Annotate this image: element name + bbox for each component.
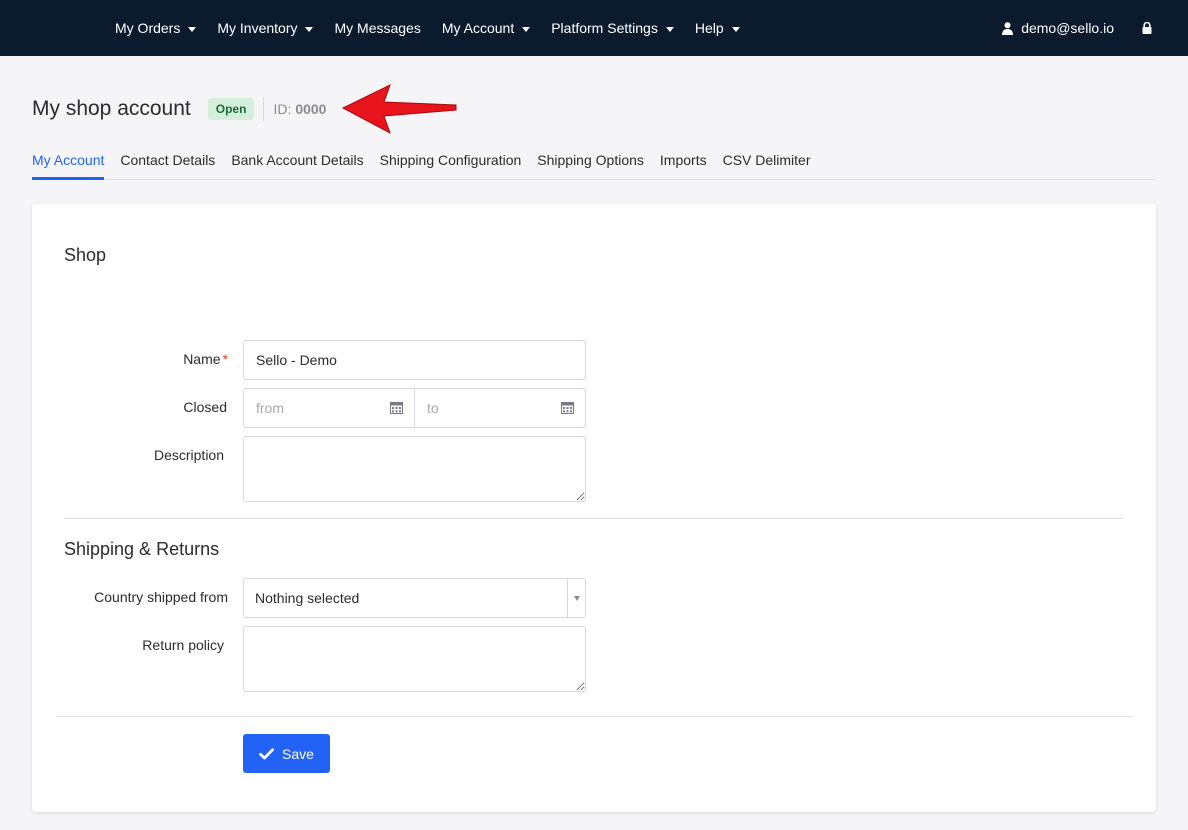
user-email: demo@sello.io	[1021, 20, 1114, 36]
user-icon	[1002, 21, 1014, 35]
required-marker: *	[222, 351, 228, 367]
nav-item-label: My Account	[441, 20, 515, 36]
nav-right: demo@sello.io	[1002, 0, 1188, 56]
caret-down-icon	[188, 26, 197, 32]
account-id-value: 0000	[295, 101, 327, 117]
nav-menu: My Orders My Inventory My Messages My Ac…	[115, 0, 761, 56]
tab-shipping-configuration[interactable]: Shipping Configuration	[380, 146, 522, 180]
nav-item-my-account[interactable]: My Account	[441, 20, 531, 36]
user-menu[interactable]: demo@sello.io	[1002, 20, 1114, 36]
name-label-text: Name	[183, 351, 221, 367]
section-divider	[64, 518, 1124, 519]
section-title-shipping-returns: Shipping & Returns	[64, 539, 220, 559]
tab-imports[interactable]: Imports	[660, 146, 707, 180]
save-button[interactable]: Save	[243, 734, 330, 773]
check-icon	[259, 747, 274, 760]
account-id-label: ID:	[273, 101, 292, 117]
description-label: Description	[153, 447, 224, 463]
nav-item-my-orders[interactable]: My Orders	[115, 20, 197, 36]
caret-down-icon	[522, 26, 531, 32]
page-title: My shop account	[32, 97, 191, 120]
nav-item-my-messages[interactable]: My Messages	[334, 20, 420, 36]
nav-item-label: My Messages	[334, 20, 421, 36]
header-divider	[263, 97, 265, 121]
red-arrow-annotation	[341, 84, 457, 135]
tab-shipping-options[interactable]: Shipping Options	[537, 146, 644, 180]
calendar-icon[interactable]	[390, 401, 403, 414]
caret-down-icon	[731, 26, 740, 32]
nav-item-label: Help	[694, 20, 724, 36]
country-select[interactable]: Nothing selected	[243, 578, 586, 618]
description-textarea[interactable]	[243, 436, 586, 502]
actions-divider	[56, 716, 1133, 717]
return-policy-label: Return policy	[142, 637, 224, 653]
tab-contact-details[interactable]: Contact Details	[120, 146, 215, 180]
shop-name-input[interactable]	[243, 340, 586, 380]
closed-label: Closed	[183, 399, 227, 415]
country-shipped-from-label: Country shipped from	[94, 589, 228, 605]
nav-item-platform-settings[interactable]: Platform Settings	[551, 20, 674, 36]
page-header: My shop account Open ID: 0000	[32, 94, 326, 124]
account-tabs: My Account Contact Details Bank Account …	[32, 146, 1156, 180]
tab-my-account[interactable]: My Account	[32, 146, 105, 180]
nav-item-label: My Orders	[115, 20, 181, 36]
nav-item-help[interactable]: Help	[695, 20, 740, 36]
country-select-value: Nothing selected	[255, 590, 360, 606]
caret-down-icon	[305, 26, 314, 32]
account-form-card: Shop Name* Closed Description Shipping &…	[32, 204, 1156, 812]
name-label: Name *	[28, 351, 228, 367]
lock-icon[interactable]	[1142, 22, 1152, 34]
nav-item-label: My Inventory	[217, 20, 298, 36]
top-navbar: My Orders My Inventory My Messages My Ac…	[0, 0, 1188, 56]
status-badge: Open	[207, 98, 255, 120]
select-toggle[interactable]	[567, 579, 585, 617]
save-button-label: Save	[282, 745, 314, 762]
return-policy-textarea[interactable]	[243, 626, 586, 692]
nav-item-my-inventory[interactable]: My Inventory	[217, 20, 314, 36]
nav-item-label: Platform Settings	[551, 20, 658, 36]
section-title-shop: Shop	[64, 245, 107, 265]
tab-csv-delimiter[interactable]: CSV Delimiter	[723, 146, 811, 180]
calendar-icon[interactable]	[561, 401, 574, 414]
caret-down-icon	[573, 595, 580, 601]
caret-down-icon	[665, 26, 674, 32]
tab-bank-account-details[interactable]: Bank Account Details	[231, 146, 363, 180]
account-id: ID: 0000	[273, 101, 326, 117]
